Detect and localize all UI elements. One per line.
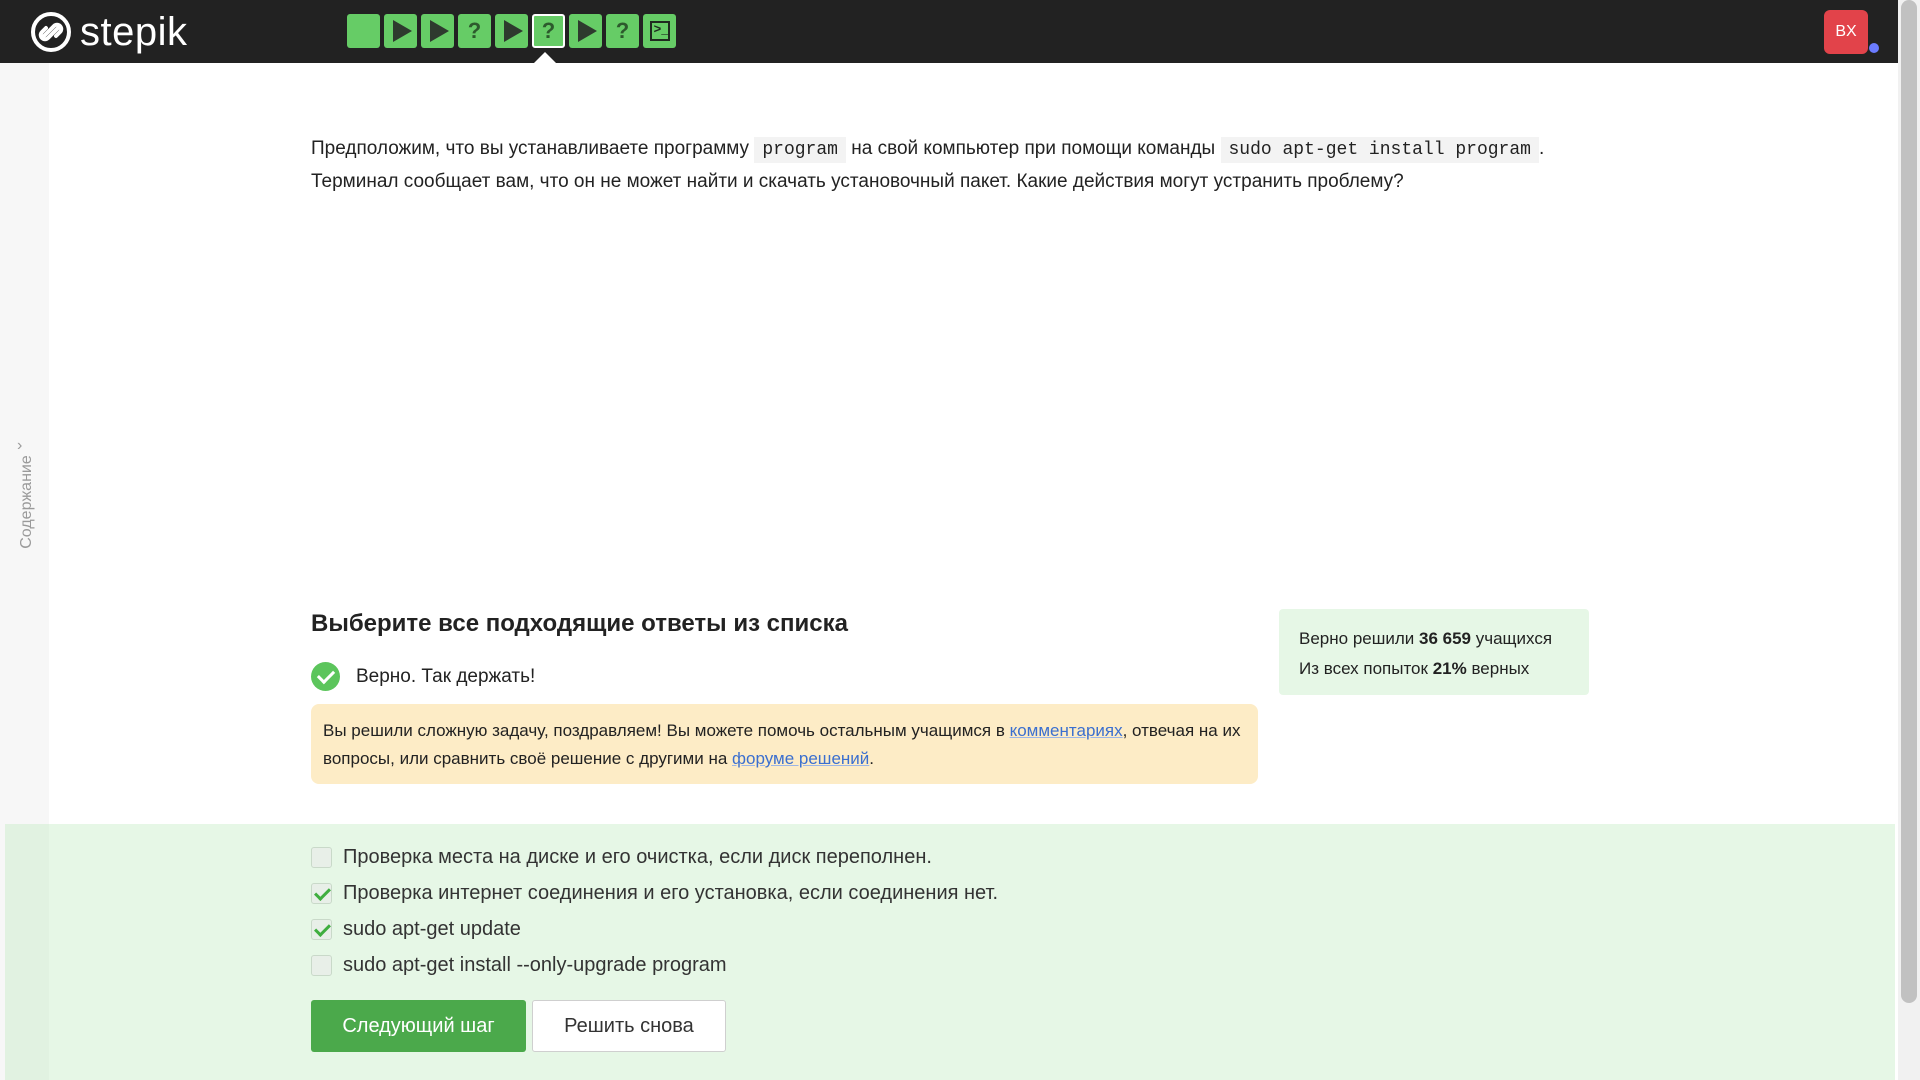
current-step-pointer (534, 52, 556, 63)
inline-code: program (754, 137, 846, 163)
quiz-title: Выберите все подходящие ответы из списка (311, 610, 848, 637)
answers-panel (5, 824, 1895, 1080)
step-video[interactable] (384, 14, 417, 48)
solved-count: 36 659 (1419, 629, 1471, 648)
lesson-steps: ? ? ? >_ (347, 14, 676, 50)
solve-again-button[interactable]: Решить снова (532, 1000, 726, 1052)
checkbox[interactable] (311, 955, 332, 976)
toc-label: Содержание (18, 455, 35, 549)
solutions-forum-link[interactable]: форуме решений (732, 749, 869, 768)
option-label: sudo apt-get install --only-upgrade prog… (343, 954, 727, 976)
notification-dot (1869, 43, 1879, 53)
play-icon (504, 20, 523, 42)
option-label: Проверка места на диске и его очистка, е… (343, 846, 932, 868)
answer-option[interactable]: Проверка интернет соединения и его устан… (311, 882, 998, 905)
checkbox[interactable] (311, 847, 332, 868)
step-quiz[interactable]: ? (458, 14, 491, 48)
step-quiz[interactable]: ? (606, 14, 639, 48)
stat-text: Верно решили (1299, 629, 1419, 648)
scrollbar-thumb[interactable] (1901, 0, 1917, 1003)
quiz-stats: Верно решили 36 659 учащихся Из всех поп… (1279, 609, 1589, 695)
step-text[interactable] (347, 14, 380, 48)
question-part: Предположим, что вы устанавливаете прогр… (311, 138, 755, 159)
congrats-notice: Вы решили сложную задачу, поздравляем! В… (311, 704, 1258, 784)
step-video[interactable] (569, 14, 602, 48)
step-video[interactable] (495, 14, 528, 48)
checkbox-checked[interactable] (311, 883, 332, 904)
answer-option[interactable]: sudo apt-get install --only-upgrade prog… (311, 954, 727, 977)
option-label: sudo apt-get update (343, 918, 521, 940)
correct-feedback: Верно. Так держать! (311, 662, 535, 691)
question-text: Предположим, что вы устанавливаете прогр… (311, 133, 1601, 198)
answers-panel-left (5, 824, 49, 1080)
play-icon (578, 20, 597, 42)
inline-code: sudo apt-get install program (1220, 137, 1539, 163)
congrats-text: . (869, 749, 875, 768)
logo-text: stepik (80, 10, 188, 54)
user-avatar[interactable]: BX (1824, 10, 1868, 54)
play-icon (393, 20, 412, 42)
option-label: Проверка интернет соединения и его устан… (343, 882, 999, 904)
terminal-icon: >_ (649, 21, 670, 41)
attempts-stat: Из всех попыток 21% верных (1299, 654, 1569, 684)
congrats-text: Вы решили сложную задачу, поздравляем! В… (323, 721, 1010, 740)
next-step-button[interactable]: Следующий шаг (311, 1000, 526, 1052)
checkbox-checked[interactable] (311, 919, 332, 940)
toc-toggle[interactable]: › Содержание (12, 433, 38, 573)
step-video[interactable] (421, 14, 454, 48)
stepik-logo-icon (31, 12, 71, 52)
answer-option[interactable]: Проверка места на диске и его очистка, е… (311, 846, 932, 869)
question-icon: ? (467, 18, 482, 43)
correct-text: Верно. Так держать! (356, 665, 536, 687)
question-icon: ? (541, 18, 556, 43)
stepik-logo[interactable]: stepik (30, 11, 188, 53)
question-icon: ? (615, 18, 630, 43)
solved-stat: Верно решили 36 659 учащихся (1299, 624, 1569, 654)
stat-text: Из всех попыток (1299, 659, 1433, 678)
stat-text: верных (1466, 659, 1530, 678)
attempts-percent: 21% (1432, 659, 1467, 678)
step-terminal[interactable]: >_ (643, 14, 676, 48)
check-circle-icon (311, 662, 340, 691)
question-part: на свой компьютер при помощи команды (845, 138, 1221, 159)
play-icon (430, 20, 449, 42)
top-navbar: stepik ? ? ? >_ BX (0, 0, 1920, 63)
step-quiz-current[interactable]: ? (532, 14, 565, 48)
answer-option[interactable]: sudo apt-get update (311, 918, 521, 941)
stat-text: учащихся (1471, 629, 1553, 648)
comments-link[interactable]: комментариях (1010, 721, 1123, 740)
